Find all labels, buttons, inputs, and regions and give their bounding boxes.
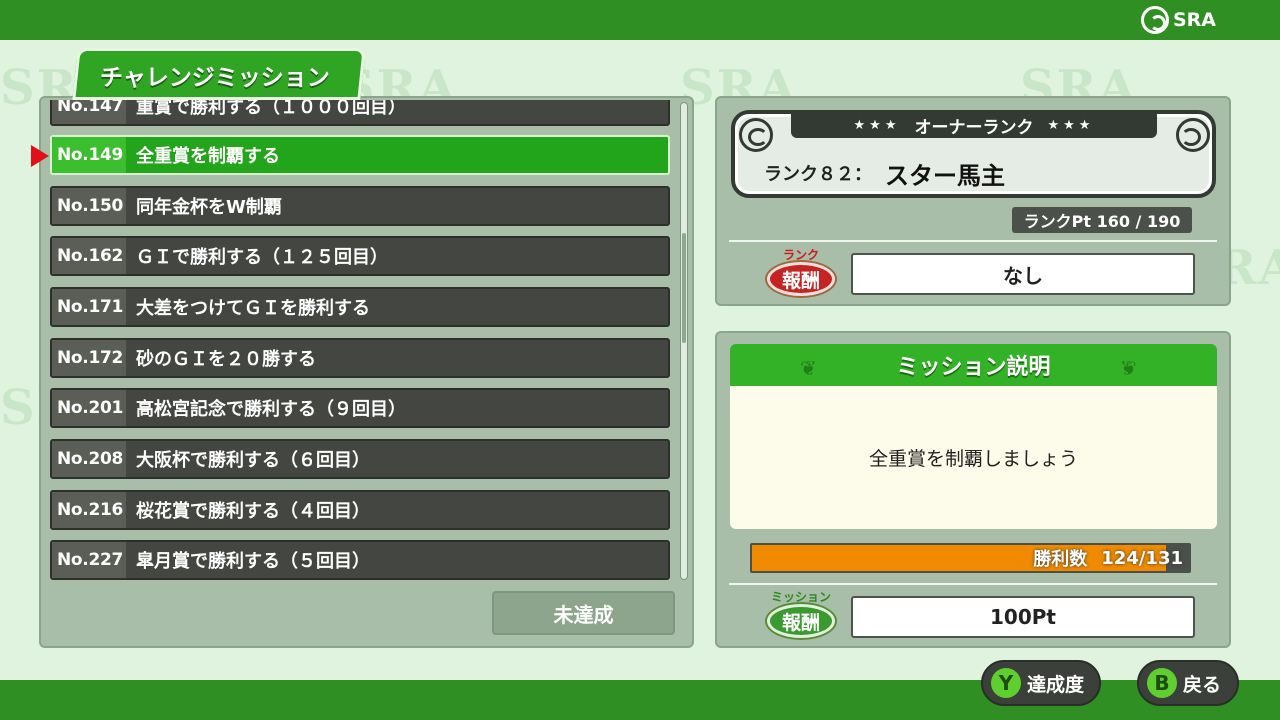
top-bar: SRA — [0, 0, 1280, 40]
mission-reward-value: 100Pt — [851, 596, 1195, 638]
horseshoe-icon — [739, 118, 773, 152]
mission-title: 桜花賞で勝利する（４回目） — [136, 501, 370, 522]
logo-text: SRA — [1172, 9, 1216, 31]
mission-title: 重賞で勝利する（１０００回目） — [136, 100, 406, 118]
divider — [729, 240, 1217, 242]
mission-description: 全重賞を制覇しましょう — [730, 386, 1217, 529]
rank-reward-value: なし — [851, 253, 1195, 295]
sra-logo: SRA — [1140, 6, 1216, 34]
mission-title: 皐月賞で勝利する（５回目） — [136, 551, 370, 572]
mission-row[interactable]: No.171 大差をつけてＧＩを勝利する — [50, 287, 670, 327]
star-icons: ★★★ — [853, 117, 901, 133]
mission-number: No.150 — [52, 188, 126, 224]
mission-reward-badge: ミッション 報酬 — [759, 590, 843, 640]
mission-number: No.149 — [52, 137, 126, 173]
progress-text: 勝利数 124/131 — [1033, 543, 1183, 573]
win-count-progress: 勝利数 124/131 — [750, 543, 1191, 573]
mission-title: 大阪杯で勝利する（６回目） — [136, 450, 370, 471]
rank-reward-badge: ランク 報酬 — [759, 248, 843, 298]
divider — [729, 583, 1217, 585]
mission-row[interactable]: No.172 砂のＧＩを２０勝する — [50, 338, 670, 378]
star-icons: ★★★ — [1047, 117, 1095, 133]
mission-row[interactable]: No.150 同年金杯をW制覇 — [50, 186, 670, 226]
rank-title: スター馬主 — [885, 162, 1005, 190]
mission-row-selected[interactable]: No.149 全重賞を制覇する — [50, 135, 670, 175]
mission-title: 砂のＧＩを２０勝する — [136, 349, 316, 370]
description-title: ミッション説明 — [896, 355, 1051, 380]
mission-number: No.208 — [52, 441, 126, 477]
back-button[interactable]: B 戻る — [1137, 660, 1239, 706]
scrollbar-thumb[interactable] — [682, 233, 686, 343]
progress-value: 124/131 — [1101, 547, 1183, 569]
mission-number: No.171 — [52, 289, 126, 325]
mission-title: 全重賞を制覇する — [136, 146, 280, 167]
badge-caption: ミッション — [770, 590, 831, 604]
mission-list[interactable]: No.147 重賞で勝利する（１０００回目） No.149 全重賞を制覇する N… — [50, 100, 670, 582]
laurel-icon: ❦ — [1120, 356, 1137, 380]
rank-level: ランク８２： — [764, 164, 872, 185]
progress-label: 勝利数 — [1033, 549, 1088, 570]
list-scrollbar[interactable] — [680, 102, 688, 580]
back-label: 戻る — [1183, 673, 1222, 696]
mission-row[interactable]: No.162 ＧＩで勝利する（１２５回目） — [50, 236, 670, 276]
mission-title: ＧＩで勝利する（１２５回目） — [136, 247, 388, 268]
badge-label: 報酬 — [767, 604, 835, 638]
badge-label: 報酬 — [767, 262, 835, 296]
b-button-icon: B — [1147, 668, 1177, 698]
selection-cursor-icon — [31, 145, 49, 167]
mission-title: 同年金杯をW制覇 — [136, 197, 282, 218]
mission-number: No.201 — [52, 390, 126, 426]
mission-row[interactable]: No.227 皐月賞で勝利する（５回目） — [50, 540, 670, 580]
mission-status-badge: 未達成 — [492, 591, 675, 635]
achievement-label: 達成度 — [1027, 673, 1085, 696]
panel-title: チャレンジミッション — [100, 65, 330, 91]
mission-number: No.162 — [52, 238, 126, 274]
mission-row[interactable]: No.216 桜花賞で勝利する（４回目） — [50, 490, 670, 530]
y-button-icon: Y — [991, 668, 1021, 698]
rank-header-title: オーナーランク — [914, 117, 1034, 138]
mission-title: 高松宮記念で勝利する（９回目） — [136, 399, 406, 420]
mission-row[interactable]: No.208 大阪杯で勝利する（６回目） — [50, 439, 670, 479]
mission-row[interactable]: No.201 高松宮記念で勝利する（９回目） — [50, 388, 670, 428]
horseshoe-icon — [1176, 118, 1210, 152]
mission-number: No.147 — [52, 100, 126, 124]
rank-points: ランクPt 160 / 190 — [1012, 207, 1192, 233]
horseshoe-icon — [1140, 6, 1169, 34]
mission-title: 大差をつけてＧＩを勝利する — [136, 298, 370, 319]
rank-header: ★★★ オーナーランク ★★★ — [791, 112, 1157, 138]
mission-row[interactable]: No.147 重賞で勝利する（１０００回目） — [50, 100, 670, 126]
mission-number: No.172 — [52, 340, 126, 376]
achievement-button[interactable]: Y 達成度 — [981, 660, 1101, 706]
mission-number: No.216 — [52, 492, 126, 528]
mission-number: No.227 — [52, 542, 126, 578]
badge-caption: ランク — [782, 248, 819, 262]
laurel-icon: ❦ — [800, 356, 817, 380]
